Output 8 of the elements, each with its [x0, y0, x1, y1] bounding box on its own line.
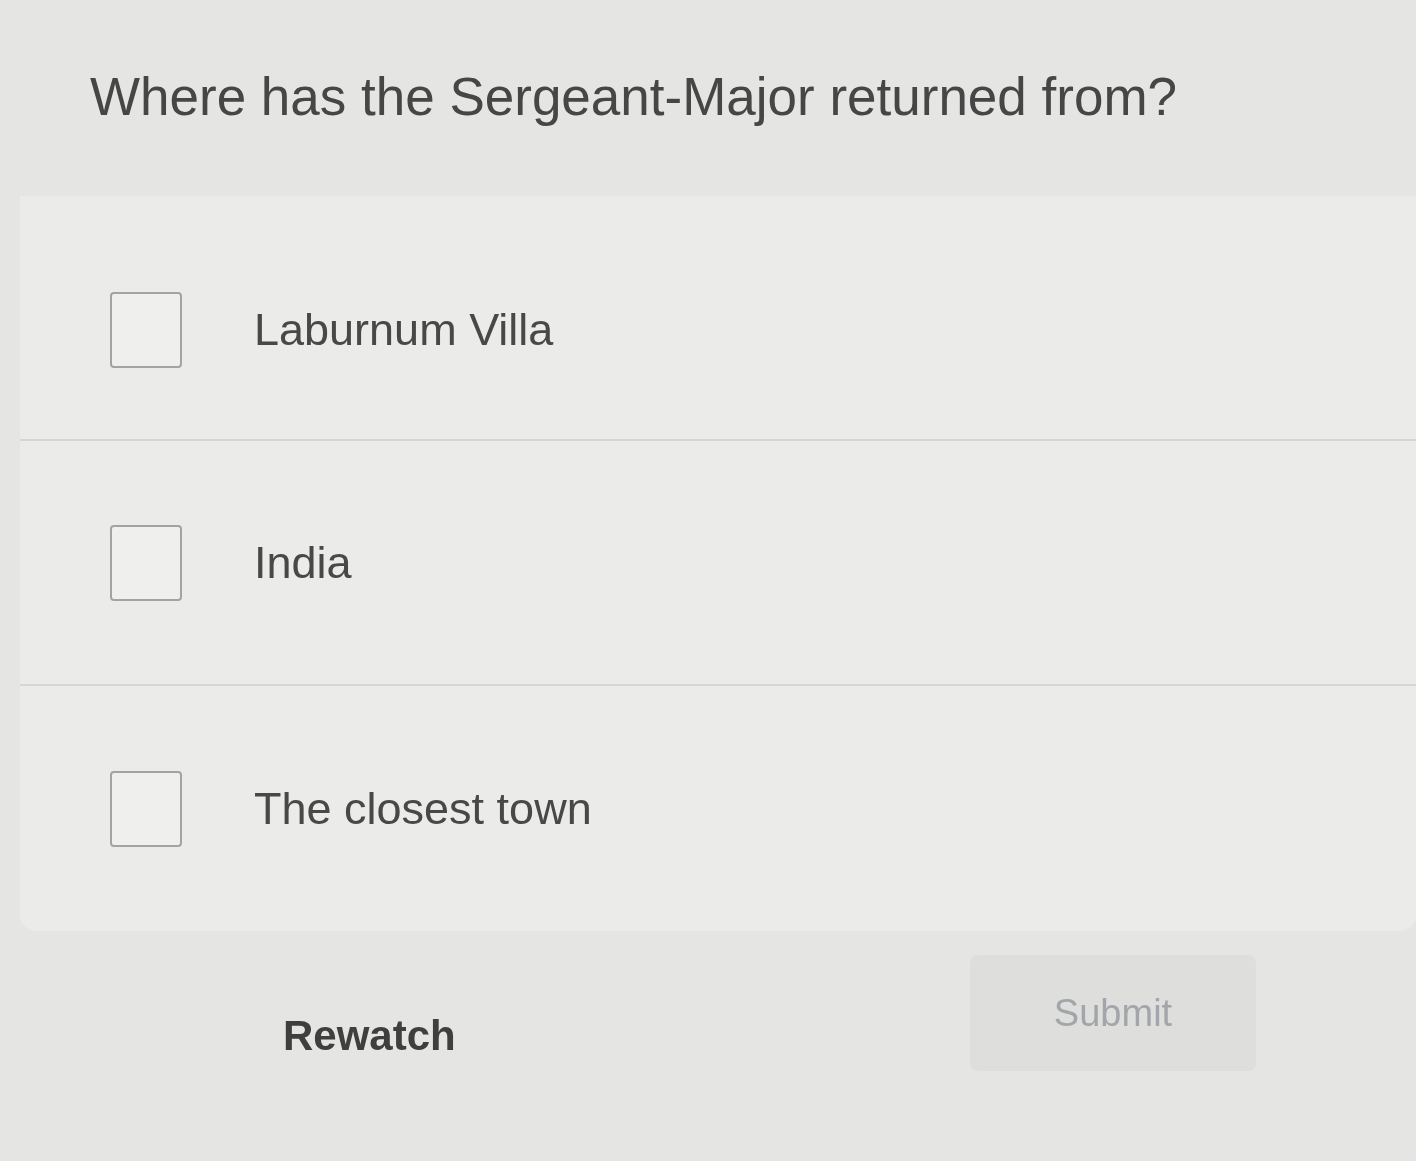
checkbox[interactable] [110, 770, 182, 847]
checkbox[interactable] [110, 291, 182, 368]
option-label: Laburnum Villa [254, 302, 554, 357]
rewatch-button[interactable]: Rewatch [283, 1007, 456, 1066]
checkbox[interactable] [110, 524, 182, 601]
question-text: Where has the Sergeant-Major returned from? [90, 66, 1178, 128]
option-label: The closest town [254, 781, 592, 836]
option-label: India [254, 535, 352, 590]
